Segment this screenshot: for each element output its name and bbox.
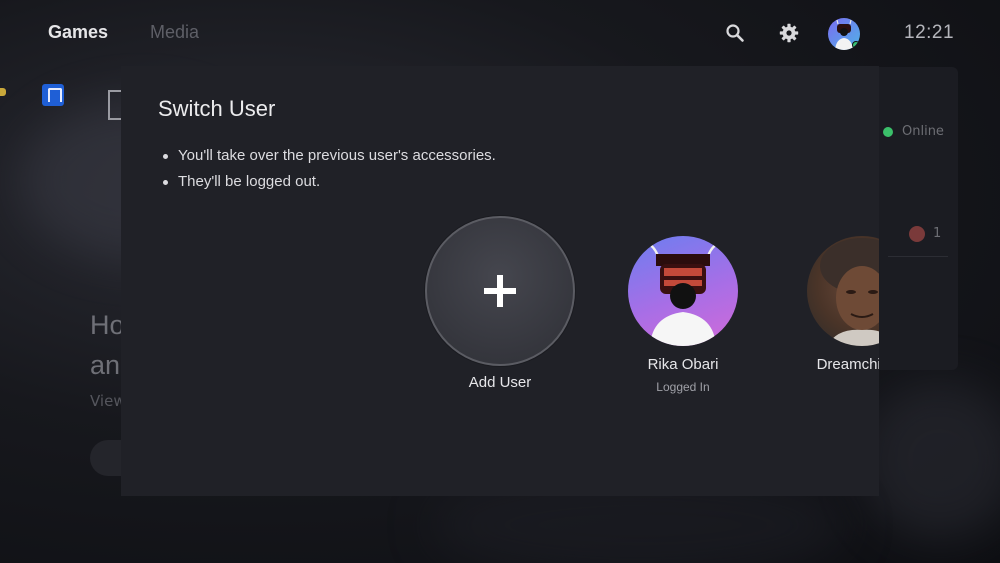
search-icon[interactable] xyxy=(724,22,746,44)
tab-media[interactable]: Media xyxy=(150,22,199,43)
background-blur xyxy=(860,380,1000,540)
online-status-label: Online xyxy=(902,124,944,139)
background-heading-line: Ho xyxy=(90,310,125,340)
trophy-count: 1 xyxy=(933,226,942,241)
gear-icon[interactable] xyxy=(778,22,800,44)
clock: 12:21 xyxy=(904,22,955,43)
online-status-icon xyxy=(883,127,893,137)
dialog-title: Switch User xyxy=(158,96,276,121)
add-user-tile[interactable]: Add User xyxy=(415,216,585,391)
divider xyxy=(888,256,948,257)
user-name: Rika Obari xyxy=(647,356,719,373)
trophy-icon xyxy=(909,226,925,242)
portrait-avatar-icon xyxy=(820,238,879,346)
profile-avatar[interactable] xyxy=(828,18,860,50)
add-user-button[interactable] xyxy=(425,216,575,366)
switch-user-dialog: Switch User You'll take over the previou… xyxy=(121,66,879,496)
user-avatar xyxy=(628,236,738,346)
background-heading-line: an xyxy=(90,350,121,380)
user-name: Dreamchild C xyxy=(816,356,879,373)
playstation-store-icon[interactable] xyxy=(42,84,64,106)
samurai-avatar-icon xyxy=(647,242,719,346)
online-status-dot xyxy=(852,41,860,49)
background-frame xyxy=(108,90,122,120)
tab-games[interactable]: Games xyxy=(48,22,108,43)
background-heading: Ho an xyxy=(90,305,125,385)
user-tile-rika-obari[interactable]: Rika Obari Logged In xyxy=(598,216,768,394)
user-tile-label: Add User xyxy=(468,374,532,391)
top-navigation-bar: Games Media 12:21 xyxy=(0,0,1000,66)
user-tile-dreamchild[interactable]: Dreamchild C xyxy=(777,216,879,373)
dialog-info-list: You'll take over the previous user's acc… xyxy=(163,143,496,195)
user-status: Logged In xyxy=(656,380,710,394)
plus-icon xyxy=(484,275,516,307)
background-indicator xyxy=(0,88,6,96)
friends-panel xyxy=(878,67,958,370)
info-bullet: They'll be logged out. xyxy=(163,169,496,195)
user-avatar xyxy=(807,236,879,346)
info-bullet: You'll take over the previous user's acc… xyxy=(163,143,496,169)
